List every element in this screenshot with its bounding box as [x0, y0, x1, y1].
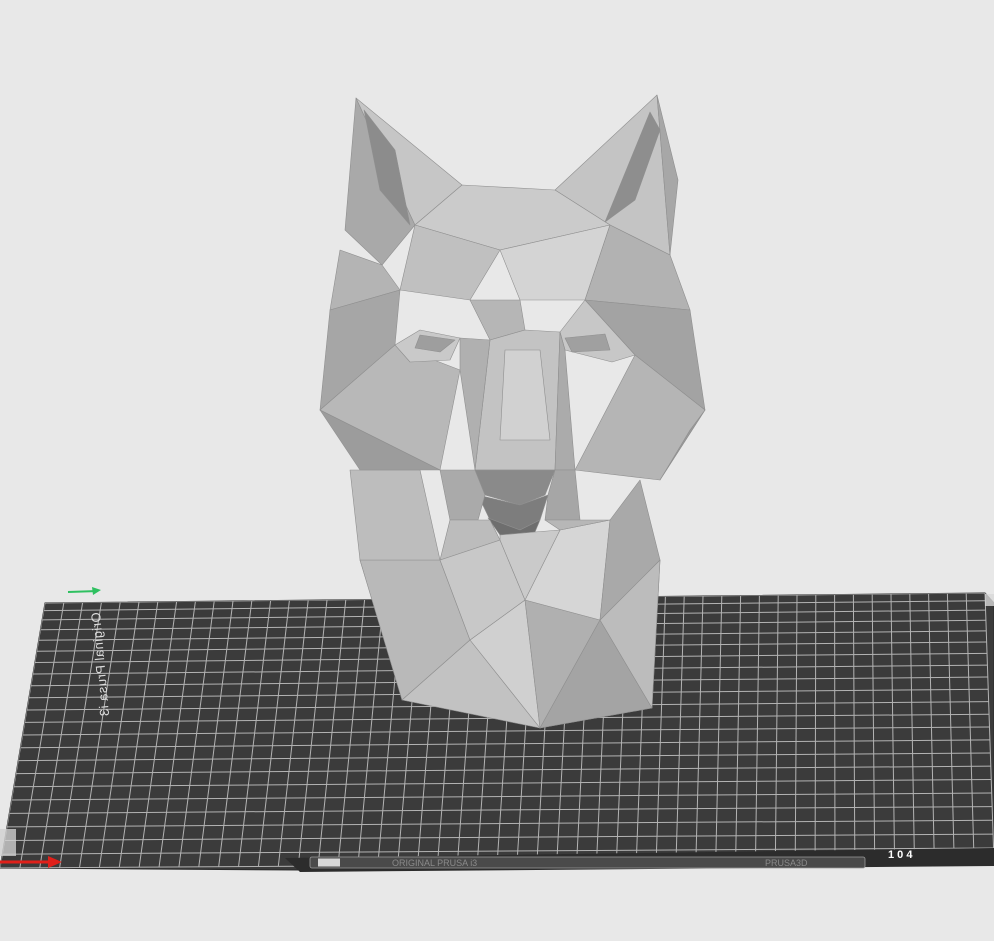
bed-right-tab — [985, 594, 994, 606]
axis-y-arrow — [92, 587, 101, 595]
3d-viewport[interactable]: ORIGINAL PRUSA i3 PRUSA3D 1 0 4 Original… — [0, 0, 994, 941]
strip-text-left: ORIGINAL PRUSA i3 — [392, 858, 477, 868]
strip-logo-icon — [318, 858, 340, 867]
bed-corner-tab — [0, 829, 16, 856]
scene-canvas[interactable]: ORIGINAL PRUSA i3 PRUSA3D 1 0 4 Original… — [0, 0, 994, 941]
strip-text-right: PRUSA3D — [765, 858, 808, 868]
strip-id: 1 0 4 — [888, 849, 913, 861]
